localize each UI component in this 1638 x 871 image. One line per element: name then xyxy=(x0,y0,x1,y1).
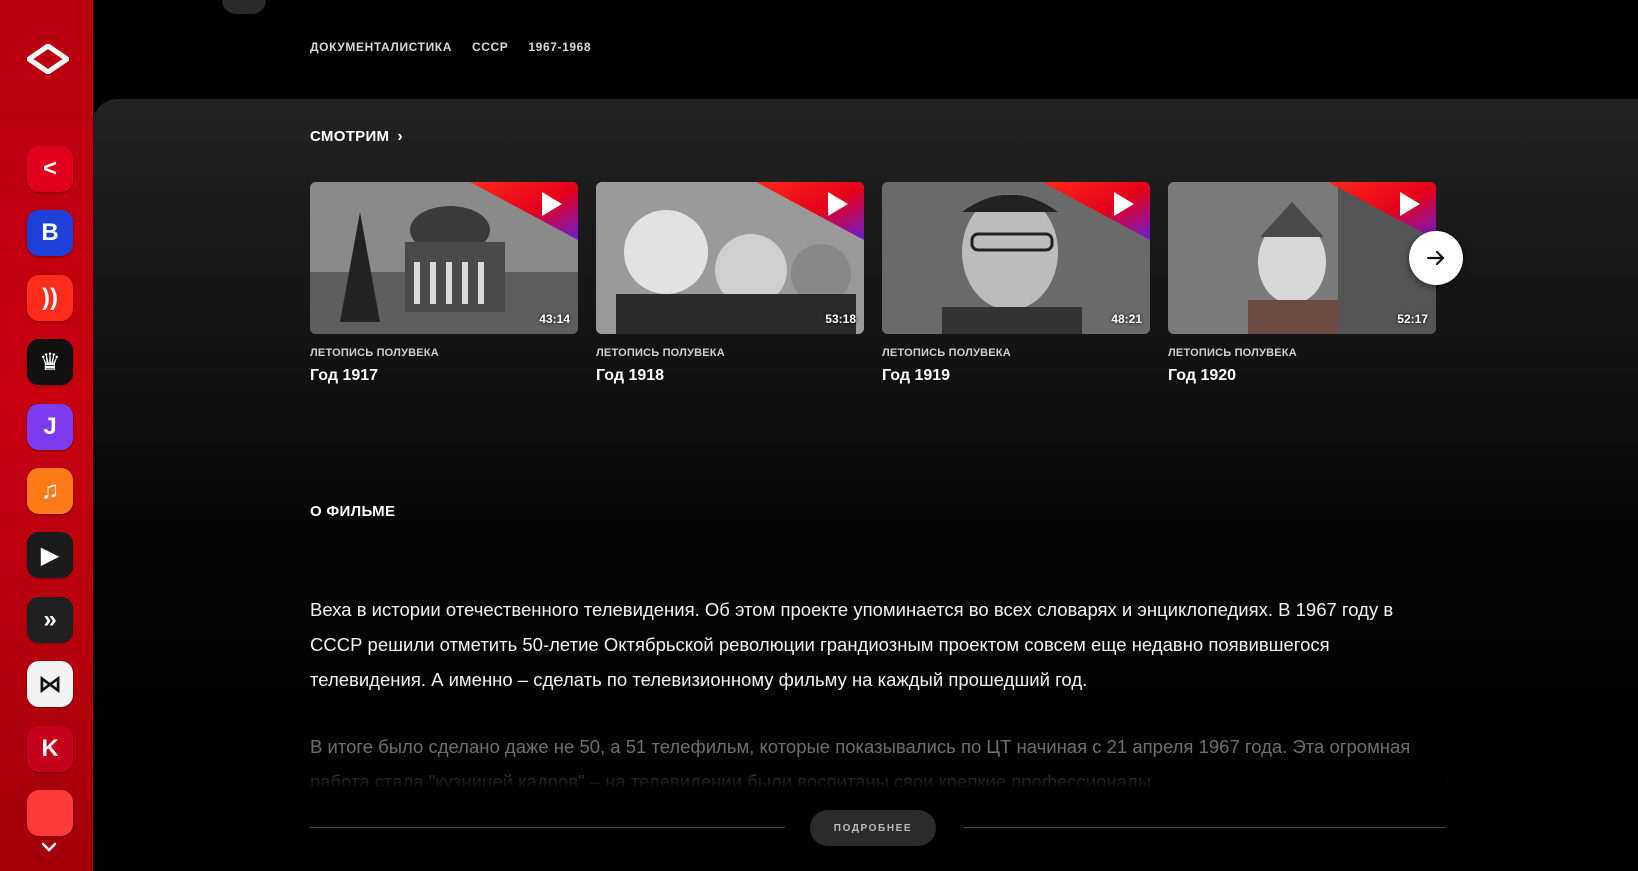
episode-title[interactable]: Год 1917 xyxy=(310,367,578,385)
episode-card[interactable]: 48:21 ЛЕТОПИСЬ ПОЛУВЕКА Год 1919 xyxy=(882,182,1150,385)
play-badge-icon xyxy=(756,182,864,240)
meta-genre[interactable]: ДОКУМЕНТАЛИСТИКА xyxy=(310,40,452,54)
about-section-title: О ФИЛЬМЕ xyxy=(310,503,396,520)
carousel-next-button[interactable] xyxy=(1409,231,1463,285)
app-icon-6[interactable]: ♫ xyxy=(27,468,73,514)
app-sidebar: < B)) ♛ J ♫ ▶ » ⋈ K xyxy=(0,0,93,871)
episode-thumbnail[interactable]: 52:17 xyxy=(1168,182,1436,334)
film-meta: ДОКУМЕНТАЛИСТИКА СССР 1967-1968 xyxy=(310,40,591,54)
episode-title[interactable]: Год 1919 xyxy=(882,367,1150,385)
play-badge-icon xyxy=(1042,182,1150,240)
episode-series: ЛЕТОПИСЬ ПОЛУВЕКА xyxy=(882,347,1011,359)
watching-section-title[interactable]: СМОТРИМ › xyxy=(310,128,403,146)
arrow-right-icon xyxy=(1426,250,1445,266)
divider-left xyxy=(310,827,785,828)
play-badge-icon xyxy=(470,182,578,240)
app-icon-8[interactable]: » xyxy=(27,597,73,643)
episode-duration: 48:21 xyxy=(1111,312,1142,326)
episode-duration: 43:14 xyxy=(539,312,570,326)
header-avatar-fragment xyxy=(222,0,266,14)
episode-title[interactable]: Год 1918 xyxy=(596,367,864,385)
episode-card[interactable]: 52:17 ЛЕТОПИСЬ ПОЛУВЕКА Год 1920 xyxy=(1168,182,1436,385)
episode-series: ЛЕТОПИСЬ ПОЛУВЕКА xyxy=(596,347,725,359)
app-icon-4[interactable]: ♛ xyxy=(27,339,73,385)
play-badge-icon xyxy=(1328,182,1436,240)
app-icon-10[interactable]: K xyxy=(27,726,73,772)
episode-title[interactable]: Год 1920 xyxy=(1168,367,1436,385)
episode-duration: 52:17 xyxy=(1397,312,1428,326)
app-icon-7[interactable]: ▶ xyxy=(27,532,73,578)
episode-card[interactable]: 53:18 ЛЕТОПИСЬ ПОЛУВЕКА Год 1918 xyxy=(596,182,864,385)
episode-thumbnail[interactable]: 43:14 xyxy=(310,182,578,334)
about-paragraph-truncated: В итоге было сделано даже не 50, а 51 те… xyxy=(310,729,1446,787)
episode-card[interactable]: 43:14 ЛЕТОПИСЬ ПОЛУВЕКА Год 1917 xyxy=(310,182,578,385)
app-icon-1[interactable]: < xyxy=(27,146,73,192)
app-icon-3[interactable]: )) xyxy=(27,275,73,321)
episode-thumbnail[interactable]: 48:21 xyxy=(882,182,1150,334)
chevron-right-icon: › xyxy=(397,128,403,145)
divider-right xyxy=(964,827,1446,828)
meta-years[interactable]: 1967-1968 xyxy=(528,40,591,54)
watching-title-text: СМОТРИМ xyxy=(310,128,390,145)
episode-thumbnail[interactable]: 53:18 xyxy=(596,182,864,334)
episode-duration: 53:18 xyxy=(825,312,856,326)
episode-series: ЛЕТОПИСЬ ПОЛУВЕКА xyxy=(310,347,439,359)
episode-series: ЛЕТОПИСЬ ПОЛУВЕКА xyxy=(1168,347,1297,359)
app-icon-11[interactable] xyxy=(27,790,73,836)
meta-country[interactable]: СССР xyxy=(472,40,508,54)
app-icon-9[interactable]: ⋈ xyxy=(27,661,73,707)
text-fade xyxy=(310,757,1446,787)
app-icon-5[interactable]: J xyxy=(27,404,73,450)
about-paragraph: Веха в истории отечественного телевидени… xyxy=(310,599,1394,690)
chevron-down-icon[interactable] xyxy=(38,840,60,854)
more-button[interactable]: ПОДРОБНЕЕ xyxy=(810,810,936,846)
app-icon-2[interactable]: B xyxy=(27,210,73,256)
okko-logo-icon[interactable] xyxy=(27,44,69,74)
